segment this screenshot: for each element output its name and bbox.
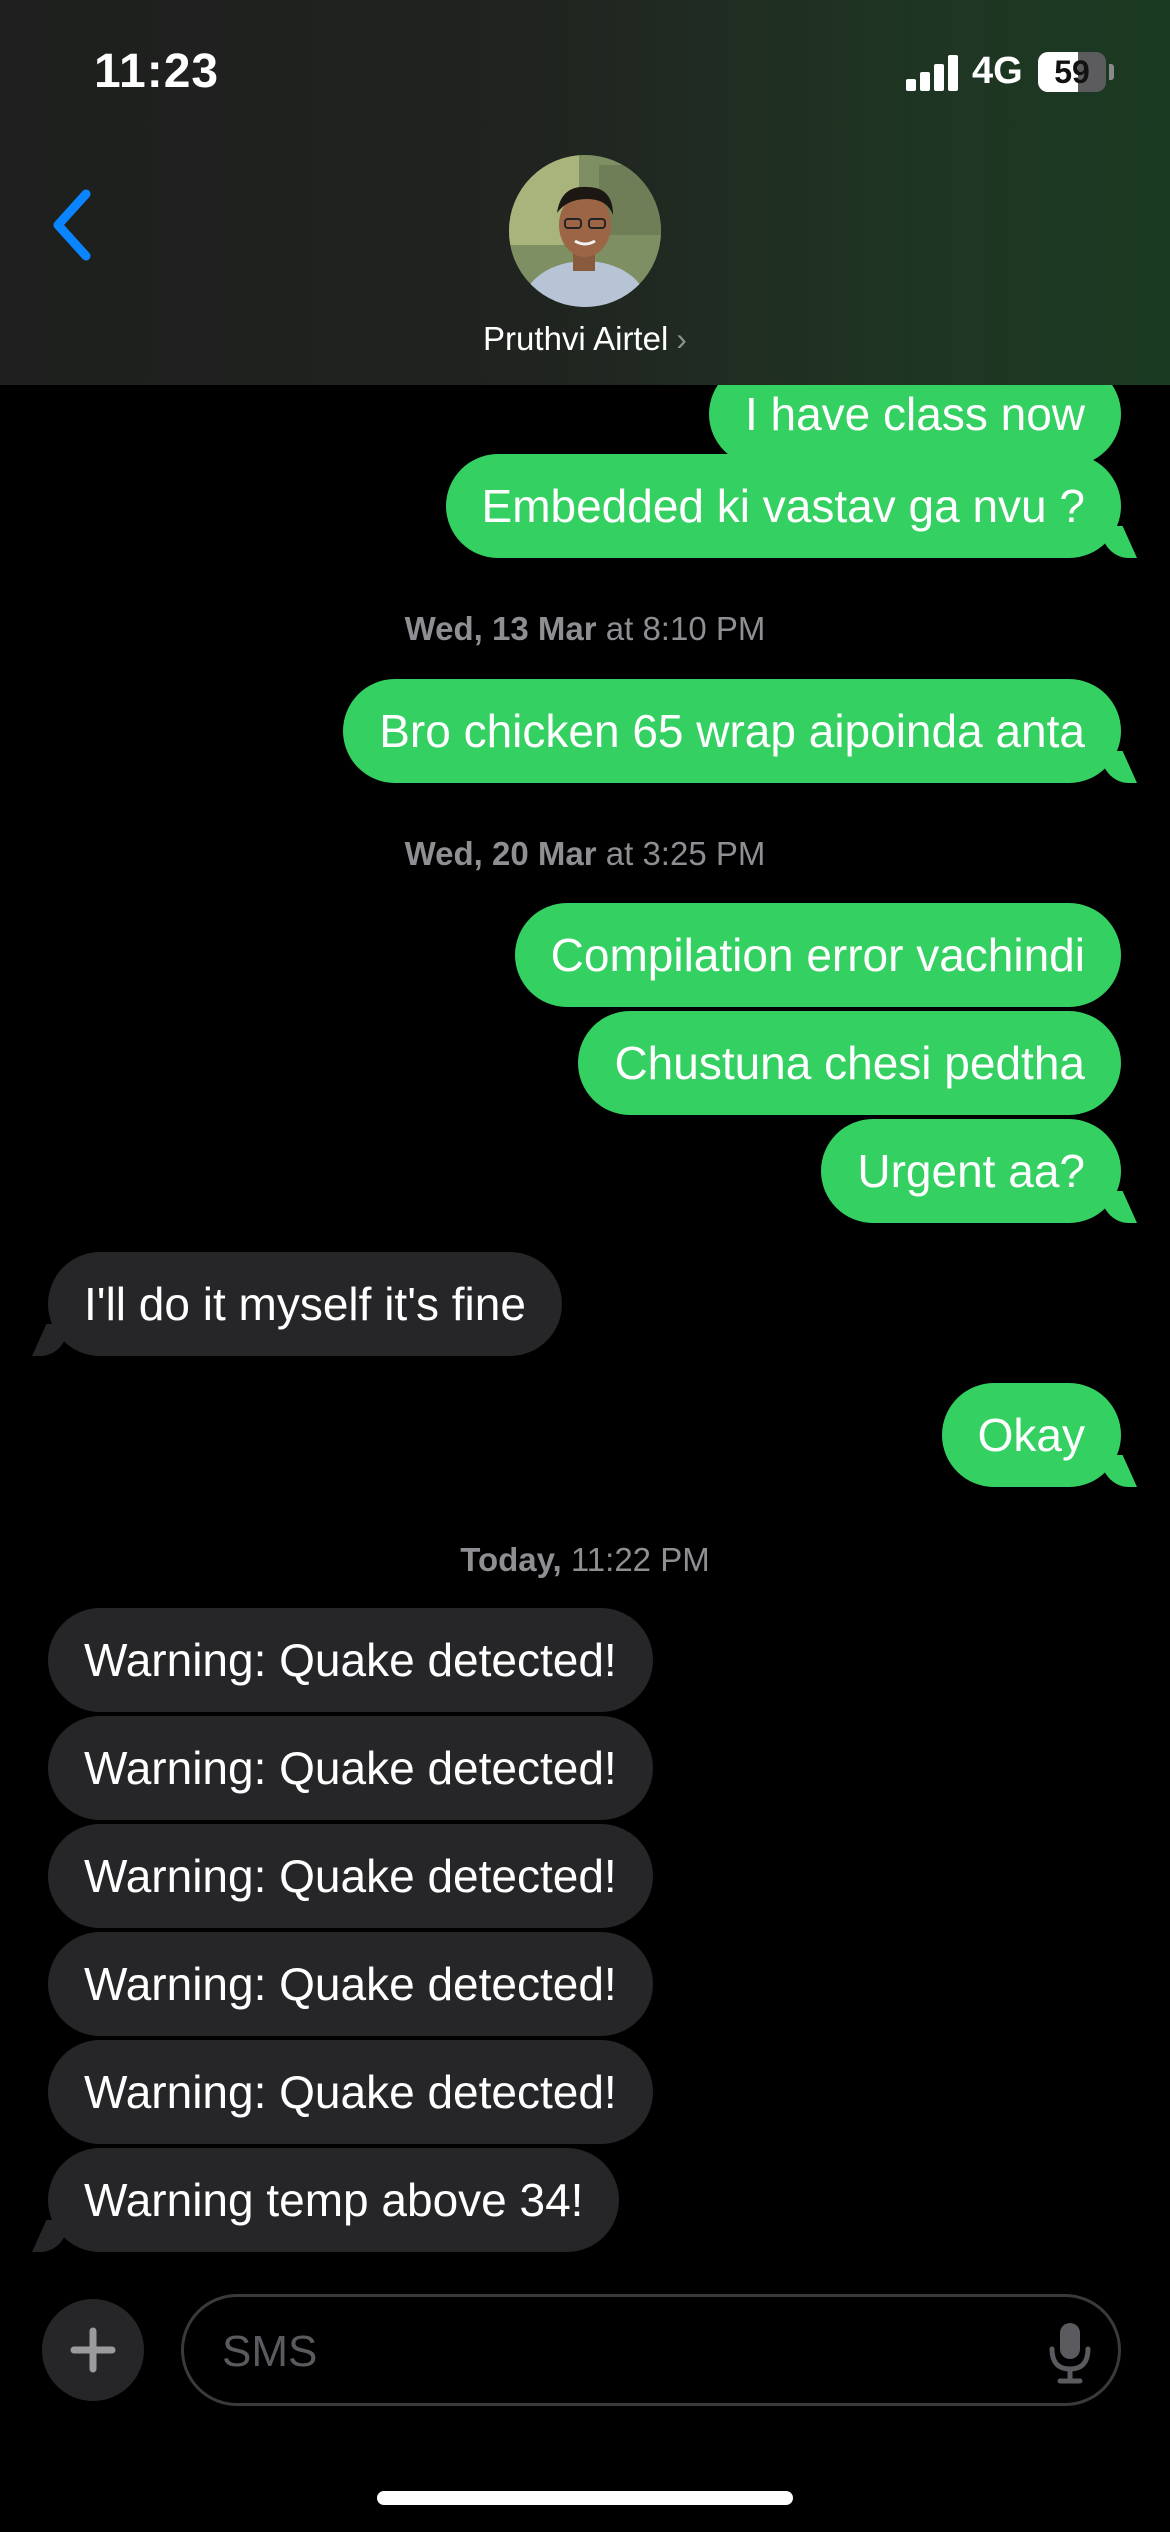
avatar-photo xyxy=(509,155,661,307)
message-bubble-sent[interactable]: Chustuna chesi pedtha xyxy=(578,1011,1121,1115)
message-bubble-received[interactable]: I'll do it myself it's fine xyxy=(48,1252,562,1356)
message-input-container[interactable] xyxy=(181,2294,1121,2406)
message-bubble-sent[interactable]: Compilation error vachindi xyxy=(514,903,1121,1007)
timestamp: Wed, 13 Mar at 8:10 PM xyxy=(0,610,1170,648)
chevron-right-icon: › xyxy=(676,321,687,357)
chevron-left-icon xyxy=(53,189,91,261)
cellular-signal-icon xyxy=(906,55,958,91)
message-bubble-sent[interactable]: Urgent aa? xyxy=(821,1119,1121,1223)
battery-level: 59 xyxy=(1054,54,1090,90)
network-type: 4G xyxy=(972,50,1023,92)
battery-icon: 59 xyxy=(1038,52,1106,92)
timestamp-time: 11:22 PM xyxy=(570,1541,710,1578)
message-input[interactable] xyxy=(220,2319,1004,2385)
apps-plus-button[interactable] xyxy=(42,2299,144,2401)
timestamp: Wed, 20 Mar at 3:25 PM xyxy=(0,835,1170,873)
message-bubble-sent[interactable]: Embedded ki vastav ga nvu ? xyxy=(445,454,1121,558)
timestamp-time: at 3:25 PM xyxy=(605,835,766,872)
message-bubble-sent[interactable]: Okay xyxy=(941,1383,1121,1487)
timestamp: Today, 11:22 PM xyxy=(0,1541,1170,1579)
message-bubble-received[interactable]: Warning: Quake detected! xyxy=(48,1608,653,1712)
message-bubble-received[interactable]: Warning: Quake detected! xyxy=(48,1932,653,2036)
plus-icon xyxy=(70,2327,116,2373)
status-bar-time: 11:23 xyxy=(94,45,220,98)
message-bubble-received[interactable]: Warning: Quake detected! xyxy=(48,2040,653,2144)
microphone-icon[interactable] xyxy=(1040,2317,1100,2387)
contact-name: Pruthvi Airtel xyxy=(483,320,669,357)
back-button[interactable] xyxy=(40,180,110,270)
message-bubble-received[interactable]: Warning temp above 34! xyxy=(48,2148,620,2252)
home-indicator[interactable] xyxy=(377,2491,793,2505)
timestamp-time: at 8:10 PM xyxy=(605,610,766,647)
battery-cap xyxy=(1109,64,1114,80)
contact-avatar[interactable] xyxy=(509,155,661,307)
conversation-header: 11:23 4G 59 Pruthvi Airtel › xyxy=(0,0,1170,385)
message-bubble-received[interactable]: Warning: Quake detected! xyxy=(48,1824,653,1928)
timestamp-day: Today, xyxy=(460,1541,562,1578)
message-bubble-received[interactable]: Warning: Quake detected! xyxy=(48,1716,653,1820)
timestamp-day: Wed, 13 Mar xyxy=(404,610,597,647)
message-bubble-sent[interactable]: Bro chicken 65 wrap aipoinda anta xyxy=(343,679,1121,783)
timestamp-day: Wed, 20 Mar xyxy=(404,835,597,872)
contact-name-button[interactable]: Pruthvi Airtel › xyxy=(0,320,1170,358)
